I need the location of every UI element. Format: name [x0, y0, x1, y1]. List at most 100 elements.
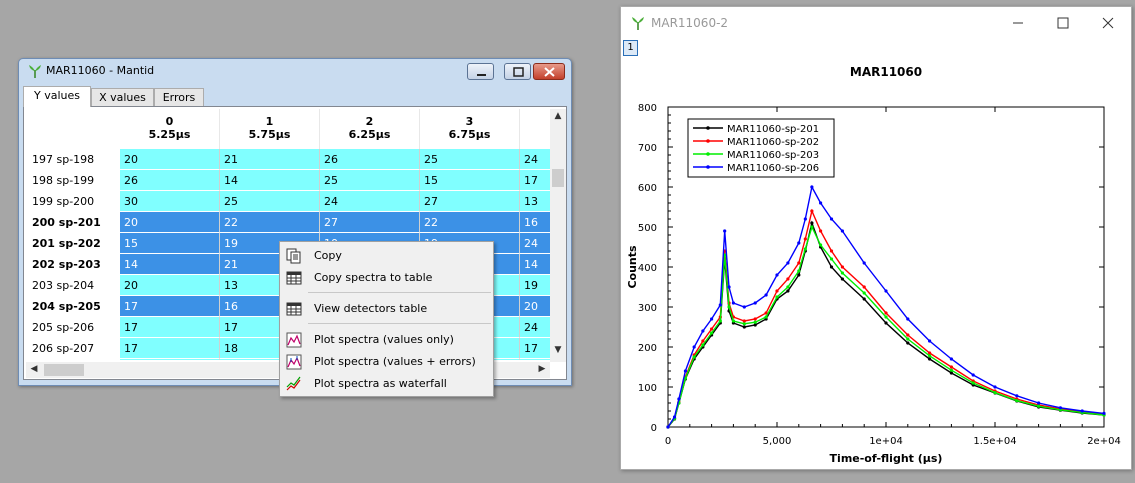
table-cell[interactable]: 25	[320, 170, 420, 191]
table-cell[interactable]: 24	[520, 149, 550, 170]
y-tick-label: 200	[638, 343, 657, 354]
menu-item-copy[interactable]: Copy	[282, 245, 491, 267]
column-header[interactable]: 47.2	[520, 109, 550, 149]
menu-item-label: Copy spectra to table	[314, 271, 433, 284]
data-point	[829, 249, 834, 253]
table-cell[interactable]: 25	[420, 149, 520, 170]
table-cell[interactable]: 17	[120, 296, 220, 317]
maximize-button[interactable]	[504, 63, 531, 80]
column-header[interactable]: 2 6.25µs	[320, 109, 420, 149]
tab-y-values[interactable]: Y values	[23, 86, 91, 107]
table-cell[interactable]: 15	[420, 170, 520, 191]
menu-item-plot-spectra-waterfall[interactable]: Plot spectra as waterfall	[282, 373, 491, 395]
menu-item-plot-spectra-values-only[interactable]: Plot spectra (values only)	[282, 329, 491, 351]
table-cell[interactable]: 26	[320, 149, 420, 170]
legend-marker	[706, 126, 710, 130]
table-cell[interactable]: 20	[120, 275, 220, 296]
y-axis-label: Counts	[626, 245, 639, 289]
scroll-down-icon[interactable]: ▼	[550, 345, 566, 355]
table-cell[interactable]: 17	[120, 338, 220, 359]
menu-item-view-detectors-table[interactable]: View detectors table	[282, 298, 491, 320]
row-header[interactable]: 199 sp-200	[26, 191, 104, 212]
table-cell[interactable]: 22	[420, 212, 520, 233]
scroll-up-icon[interactable]: ▲	[550, 111, 566, 121]
data-point	[775, 273, 779, 277]
close-button[interactable]	[533, 63, 565, 80]
table-window-titlebar[interactable]: MAR11060 - Mantid	[19, 59, 571, 83]
mantid-logo-icon	[29, 65, 41, 78]
table-cell[interactable]: 19	[520, 275, 550, 296]
row-header[interactable]: 205 sp-206	[26, 317, 104, 338]
row-header[interactable]: 204 sp-205	[26, 296, 104, 317]
table-cell[interactable]: 17	[520, 338, 550, 359]
column-header[interactable]: 3 6.75µs	[420, 109, 520, 149]
table-cell[interactable]: 17	[120, 317, 220, 338]
chart-title: MAR11060	[850, 65, 922, 79]
table-cell[interactable]	[520, 359, 550, 360]
table-cell[interactable]: 15	[120, 233, 220, 254]
vertical-scroll-thumb[interactable]	[552, 169, 564, 187]
table-cell[interactable]: 20	[120, 212, 220, 233]
row-header[interactable]: 197 sp-198	[26, 149, 104, 170]
table-cell[interactable]: 27	[420, 191, 520, 212]
data-point	[710, 327, 714, 331]
table-cell[interactable]: 25	[220, 191, 320, 212]
data-point	[906, 317, 910, 321]
data-point	[753, 301, 757, 305]
y-tick-label: 100	[638, 383, 657, 394]
x-tick-label: 0	[665, 436, 671, 447]
data-point	[701, 329, 705, 333]
table-cell[interactable]: 24	[520, 233, 550, 254]
table-cell[interactable]: 14	[520, 254, 550, 275]
data-point	[810, 221, 814, 225]
data-point	[1102, 411, 1106, 415]
data-point	[829, 265, 834, 269]
plot-window: MAR11060-2 1 MAR11060 0 100 200 300 400 500 600…	[620, 6, 1132, 470]
data-point	[803, 247, 807, 251]
table-cell[interactable]: 30	[120, 191, 220, 212]
data-point	[731, 319, 735, 323]
table-cell[interactable]: 20	[120, 149, 220, 170]
row-header[interactable]: 198 sp-199	[26, 170, 104, 191]
table-cell[interactable]: 27	[320, 212, 420, 233]
tab-x-values[interactable]: X values	[91, 88, 154, 107]
column-header[interactable]: 0 5.25µs	[120, 109, 220, 149]
y-tick-label: 700	[638, 143, 657, 154]
table-cell[interactable]: 20	[520, 296, 550, 317]
table-cell[interactable]: 13	[520, 191, 550, 212]
row-header[interactable]: 203 sp-204	[26, 275, 104, 296]
row-header[interactable]: 206 sp-207	[26, 338, 104, 359]
data-point	[742, 322, 746, 326]
data-point	[884, 321, 888, 325]
row-header[interactable]: 202 sp-203	[26, 254, 104, 275]
row-header[interactable]: 200 sp-201	[26, 212, 104, 233]
data-point	[840, 229, 844, 233]
menu-item-copy-spectra-to-table[interactable]: Copy spectra to table	[282, 267, 491, 289]
minimize-button[interactable]	[467, 63, 494, 80]
table-cell[interactable]	[120, 359, 220, 360]
table-cell[interactable]: 24	[520, 317, 550, 338]
data-point	[723, 229, 727, 233]
spectra-plot[interactable]: MAR11060 0 100 200 300 400 500 600 700 800 0 5,000 1…	[621, 7, 1133, 471]
data-point	[775, 295, 779, 299]
data-point	[949, 365, 953, 369]
data-point	[829, 257, 834, 261]
data-point	[753, 320, 757, 324]
scroll-left-icon[interactable]: ◀	[26, 364, 42, 374]
table-cell[interactable]: 24	[320, 191, 420, 212]
vertical-scrollbar[interactable]: ▲ ▼	[550, 109, 566, 362]
table-cell[interactable]: 26	[120, 170, 220, 191]
table-cell[interactable]: 14	[220, 170, 320, 191]
tab-errors[interactable]: Errors	[154, 88, 204, 107]
scroll-right-icon[interactable]: ▶	[534, 364, 550, 374]
horizontal-scroll-thumb[interactable]	[44, 364, 84, 376]
table-cell[interactable]: 21	[220, 149, 320, 170]
table-cell[interactable]: 22	[220, 212, 320, 233]
row-header[interactable]	[26, 359, 104, 360]
table-cell[interactable]: 14	[120, 254, 220, 275]
menu-item-plot-spectra-values-errors[interactable]: Plot spectra (values + errors)	[282, 351, 491, 373]
table-cell[interactable]: 16	[520, 212, 550, 233]
row-header[interactable]: 201 sp-202	[26, 233, 104, 254]
table-cell[interactable]: 17	[520, 170, 550, 191]
column-header[interactable]: 1 5.75µs	[220, 109, 320, 149]
